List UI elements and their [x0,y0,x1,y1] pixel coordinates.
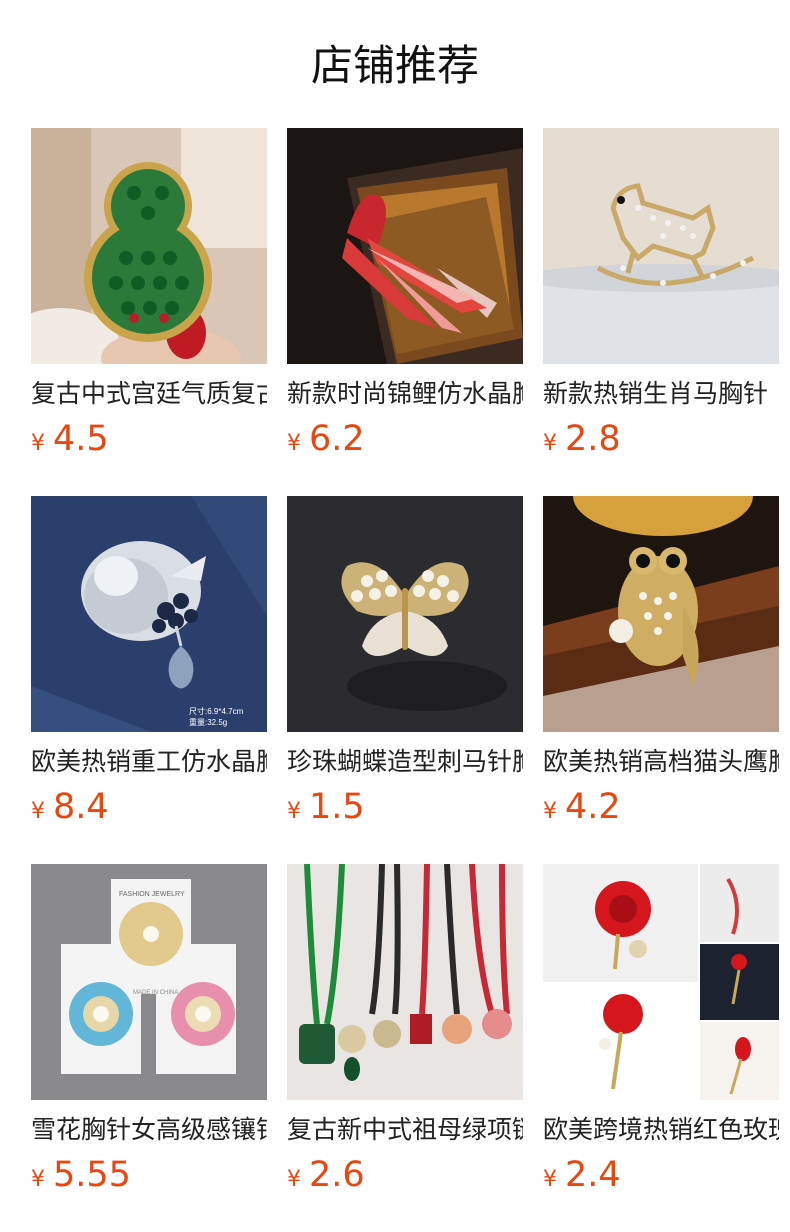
product-image[interactable]: FASHION JEWELRY MADE IN CHINA [31,864,267,1100]
product-title[interactable]: 新款时尚锦鲤仿水晶胸针 [287,377,523,411]
currency-symbol: ¥ [287,431,301,456]
product-card[interactable]: 新款时尚锦鲤仿水晶胸针 ¥6.2 [287,128,523,496]
product-card[interactable]: 复古中式宫廷气质复古葫芦胸针 ¥4.5 [31,128,267,496]
price-value: 6.2 [309,419,365,459]
product-card[interactable]: FASHION JEWELRY MADE IN CHINA 雪花胸针女高级感镶钻… [31,864,267,1232]
product-price: ¥6.2 [287,417,523,461]
card-brand-label: FASHION JEWELRY [119,891,185,898]
product-price: ¥2.8 [543,417,779,461]
product-price: ¥8.4 [31,785,267,829]
page-title: 店铺推荐 [310,41,479,90]
price-value: 5.55 [53,1155,131,1195]
product-title[interactable]: 雪花胸针女高级感镶钻 [31,1113,267,1147]
currency-symbol: ¥ [31,1167,45,1192]
product-price: ¥4.2 [543,785,779,829]
product-title[interactable]: 新款热销生肖马胸针 [543,377,779,411]
product-price: ¥5.55 [31,1153,267,1197]
product-title[interactable]: 复古中式宫廷气质复古葫芦胸针 [31,377,267,411]
product-image[interactable] [287,864,523,1100]
price-value: 4.5 [53,419,109,459]
price-value: 1.5 [309,787,365,827]
page-header: 店铺推荐 [0,36,790,96]
size-label: 尺寸:6.9*4.7cm [189,706,244,716]
currency-symbol: ¥ [287,1167,301,1192]
product-title[interactable]: 欧美跨境热销红色玫瑰胸针 [543,1113,779,1147]
product-image[interactable]: 尺寸:6.9*4.7cm 重量:32.5g [31,496,267,732]
product-image[interactable] [287,496,523,732]
product-title[interactable]: 欧美热销高档猫头鹰胸针 [543,745,779,779]
product-image[interactable] [31,128,267,364]
currency-symbol: ¥ [31,431,45,456]
currency-symbol: ¥ [543,799,557,824]
price-value: 2.4 [565,1155,621,1195]
product-title[interactable]: 复古新中式祖母绿项链 [287,1113,523,1147]
currency-symbol: ¥ [543,1167,557,1192]
product-image[interactable] [543,864,779,1100]
product-card[interactable]: 新款热销生肖马胸针 ¥2.8 [543,128,779,496]
card-origin-label: MADE IN CHINA [133,990,178,996]
product-image[interactable] [543,496,779,732]
weight-label: 重量:32.5g [189,717,227,727]
product-price: ¥1.5 [287,785,523,829]
product-image[interactable] [287,128,523,364]
product-image[interactable] [543,128,779,364]
product-title[interactable]: 欧美热销重工仿水晶胸针 [31,745,267,779]
currency-symbol: ¥ [31,799,45,824]
product-card[interactable]: 尺寸:6.9*4.7cm 重量:32.5g 欧美热销重工仿水晶胸针 ¥8.4 [31,496,267,864]
price-value: 8.4 [53,787,109,827]
product-card[interactable]: 复古新中式祖母绿项链 ¥2.6 [287,864,523,1232]
price-value: 2.6 [309,1155,365,1195]
product-card[interactable]: 欧美跨境热销红色玫瑰胸针 ¥2.4 [543,864,779,1232]
price-value: 2.8 [565,419,621,459]
product-price: ¥4.5 [31,417,267,461]
currency-symbol: ¥ [543,431,557,456]
product-price: ¥2.4 [543,1153,779,1197]
currency-symbol: ¥ [287,799,301,824]
product-grid: 复古中式宫廷气质复古葫芦胸针 ¥4.5 新款时尚锦鲤仿水晶胸针 ¥6.2 [31,128,790,1232]
product-price: ¥2.6 [287,1153,523,1197]
product-card[interactable]: 欧美热销高档猫头鹰胸针 ¥4.2 [543,496,779,864]
price-value: 4.2 [565,787,621,827]
product-title[interactable]: 珍珠蝴蝶造型刺马针胸针 [287,745,523,779]
product-card[interactable]: 珍珠蝴蝶造型刺马针胸针 ¥1.5 [287,496,523,864]
